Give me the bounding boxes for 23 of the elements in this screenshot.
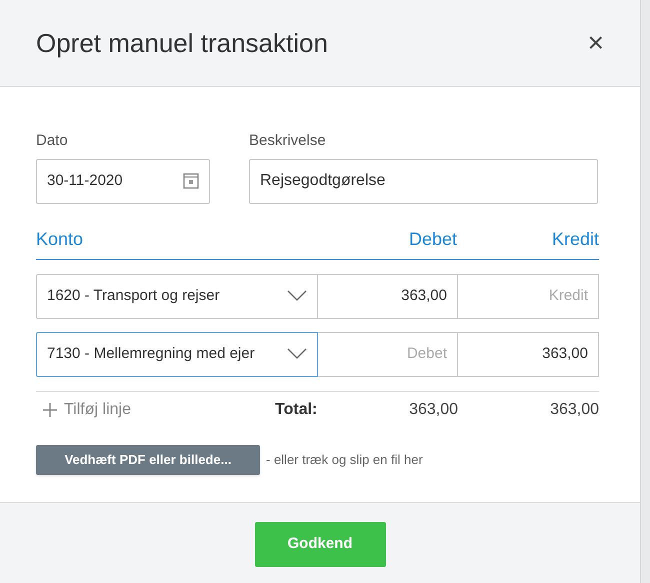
account-select[interactable]: 7130 - Mellemregning med ejer (36, 332, 318, 376)
field-label: Beskrivelse (249, 131, 327, 151)
close-button[interactable]: × (588, 29, 604, 57)
date-field[interactable]: 30-11-2020 (36, 158, 210, 204)
total-debit: 363,00 (408, 400, 458, 420)
credit-field[interactable]: 363,00 (458, 332, 599, 376)
column-header: Konto (36, 228, 84, 250)
description-field[interactable]: Rejsegodtgørelse (249, 158, 598, 204)
dialog-title: Opret manuel transaktion (36, 26, 328, 60)
plus-icon (42, 402, 58, 418)
field-label: Dato (36, 131, 69, 151)
chevron-down-icon (287, 348, 307, 360)
add-line-button[interactable]: Tilføj linje (36, 398, 275, 422)
attach-button[interactable]: Vedhæft PDF eller billede... (36, 444, 260, 474)
account-select[interactable]: 1620 - Transport og rejser (36, 274, 318, 318)
total-label: Total: (275, 400, 318, 420)
debit-field[interactable]: 363,00 (318, 274, 458, 318)
total-credit: 363,00 (549, 400, 599, 420)
drop-hint: - eller træk og slip en fil her (266, 450, 423, 469)
calendar-icon (183, 173, 199, 189)
chevron-down-icon (287, 290, 307, 302)
column-header: Kredit (550, 228, 599, 250)
column-header: Debet (408, 228, 458, 250)
